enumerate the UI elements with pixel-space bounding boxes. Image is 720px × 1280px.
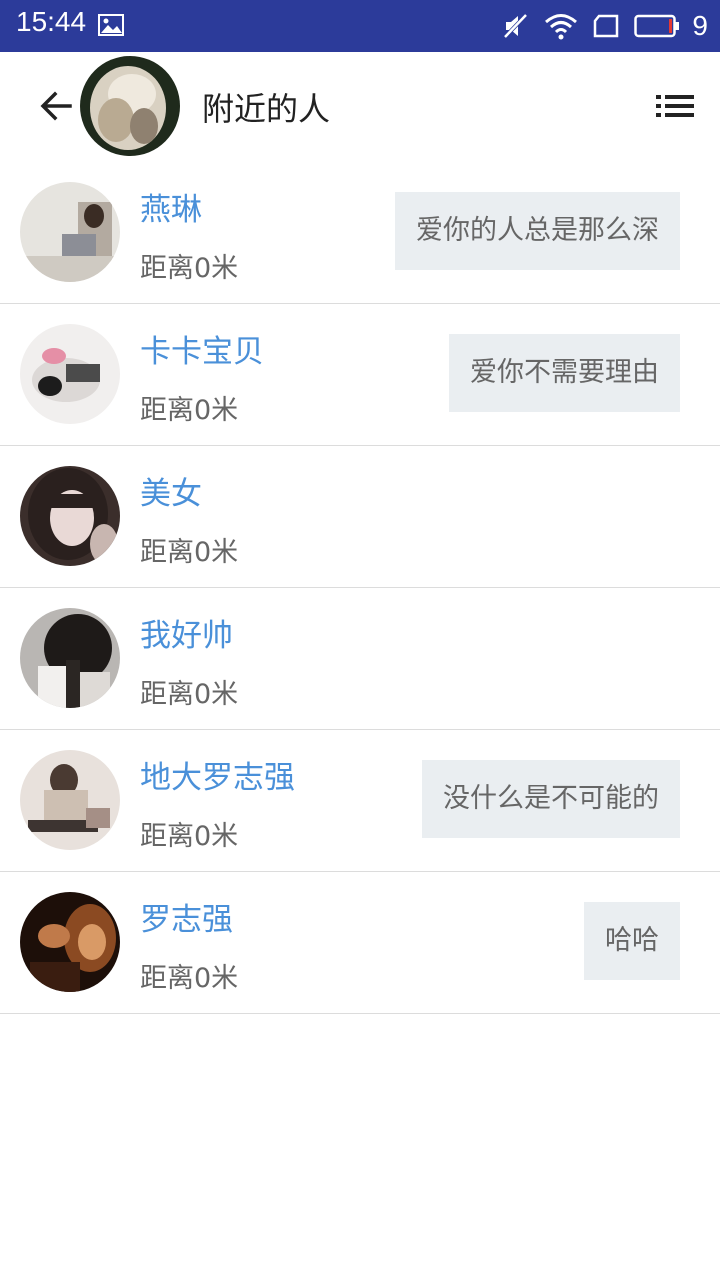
list-item[interactable]: 罗志强 距离0米 哈哈 <box>0 872 720 1014</box>
avatar <box>20 324 120 424</box>
person-distance: 距离0米 <box>140 253 239 284</box>
person-signature: 哈哈 <box>584 902 680 980</box>
list-item[interactable]: 卡卡宝贝 距离0米 爱你不需要理由 <box>0 304 720 446</box>
list-item[interactable]: 我好帅 距离0米 <box>0 588 720 730</box>
person-name: 燕琳 <box>140 192 202 228</box>
avatar <box>20 750 120 850</box>
status-time: 15:44 <box>16 6 87 37</box>
person-name: 我好帅 <box>140 618 233 654</box>
list-item[interactable]: 燕琳 距离0米 爱你的人总是那么深 <box>0 162 720 304</box>
battery-icon <box>634 14 680 38</box>
person-signature: 爱你的人总是那么深 <box>395 192 680 270</box>
battery-level: 9 <box>692 10 708 41</box>
sim-icon <box>594 14 619 38</box>
arrow-left-icon[interactable] <box>36 86 76 126</box>
person-signature: 爱你不需要理由 <box>449 334 680 412</box>
person-name: 卡卡宝贝 <box>140 334 264 370</box>
image-icon <box>98 14 124 36</box>
app-bar: 附近的人 <box>0 52 720 162</box>
list-item[interactable]: 地大罗志强 距离0米 没什么是不可能的 <box>0 730 720 872</box>
page-title: 附近的人 <box>202 90 331 128</box>
nearby-people-list: 燕琳 距离0米 爱你的人总是那么深 卡卡宝贝 距离0米 爱你不需要理由 美女 距… <box>0 162 720 1014</box>
list-icon[interactable] <box>656 94 694 118</box>
avatar <box>20 182 120 282</box>
avatar <box>20 608 120 708</box>
person-name: 地大罗志强 <box>140 760 295 796</box>
wifi-icon <box>545 14 578 40</box>
status-icons: 9 <box>502 8 708 44</box>
user-avatar[interactable] <box>80 56 180 156</box>
person-name: 罗志强 <box>140 902 233 938</box>
status-bar: 15:44 9 <box>0 0 720 52</box>
person-distance: 距离0米 <box>140 963 239 994</box>
person-signature: 没什么是不可能的 <box>422 760 680 838</box>
person-name: 美女 <box>140 476 202 512</box>
person-distance: 距离0米 <box>140 395 239 426</box>
person-distance: 距离0米 <box>140 821 239 852</box>
avatar <box>20 466 120 566</box>
mute-icon <box>503 13 528 39</box>
person-distance: 距离0米 <box>140 537 239 568</box>
list-item[interactable]: 美女 距离0米 <box>0 446 720 588</box>
person-distance: 距离0米 <box>140 679 239 710</box>
avatar <box>20 892 120 992</box>
